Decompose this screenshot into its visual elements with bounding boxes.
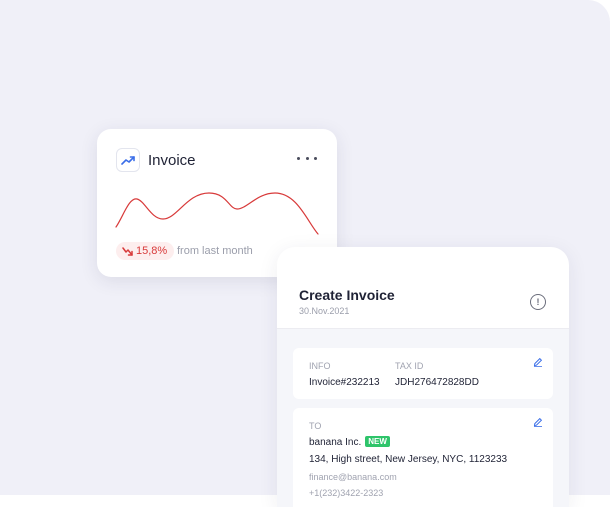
company-name: banana Inc. xyxy=(309,437,362,448)
pencil-icon[interactable] xyxy=(533,417,543,427)
info-alert-icon[interactable]: ! xyxy=(530,294,546,310)
change-value: 15,8% xyxy=(136,245,168,257)
phone: +1(232)3422-2323 xyxy=(309,488,384,498)
trending-up-icon xyxy=(121,156,135,165)
change-caption: from last month xyxy=(177,245,253,257)
sparkline xyxy=(115,192,319,235)
email: finance@banana.com xyxy=(309,472,397,482)
widget-title: Invoice xyxy=(148,152,196,169)
tax-id-label: TAX ID xyxy=(395,361,424,371)
info-card: INFO Invoice#232213 TAX ID JDH276472828D… xyxy=(293,348,553,399)
pencil-icon[interactable] xyxy=(533,357,543,367)
to-label: TO xyxy=(309,421,322,431)
panel-title: Create Invoice xyxy=(299,287,395,303)
info-label: INFO xyxy=(309,361,331,371)
trending-down-icon xyxy=(122,246,133,256)
panel-header: Create Invoice 30.Nov.2021 ! xyxy=(277,247,569,329)
trend-button[interactable] xyxy=(116,148,140,172)
panel-body: INFO Invoice#232213 TAX ID JDH276472828D… xyxy=(277,329,569,507)
invoice-date: 30.Nov.2021 xyxy=(299,306,350,316)
create-invoice-panel: Create Invoice 30.Nov.2021 ! INFO Invoic… xyxy=(277,247,569,507)
company-row: banana Inc. NEW xyxy=(309,436,390,448)
new-badge: NEW xyxy=(365,436,390,447)
more-horizontal-icon[interactable] xyxy=(297,149,317,167)
to-card: TO banana Inc. NEW 134, High street, New … xyxy=(293,408,553,507)
tax-id-value: JDH276472828DD xyxy=(395,377,479,388)
change-badge: 15,8% xyxy=(116,242,175,260)
invoice-number: Invoice#232213 xyxy=(309,377,380,388)
address: 134, High street, New Jersey, NYC, 11232… xyxy=(309,454,508,465)
